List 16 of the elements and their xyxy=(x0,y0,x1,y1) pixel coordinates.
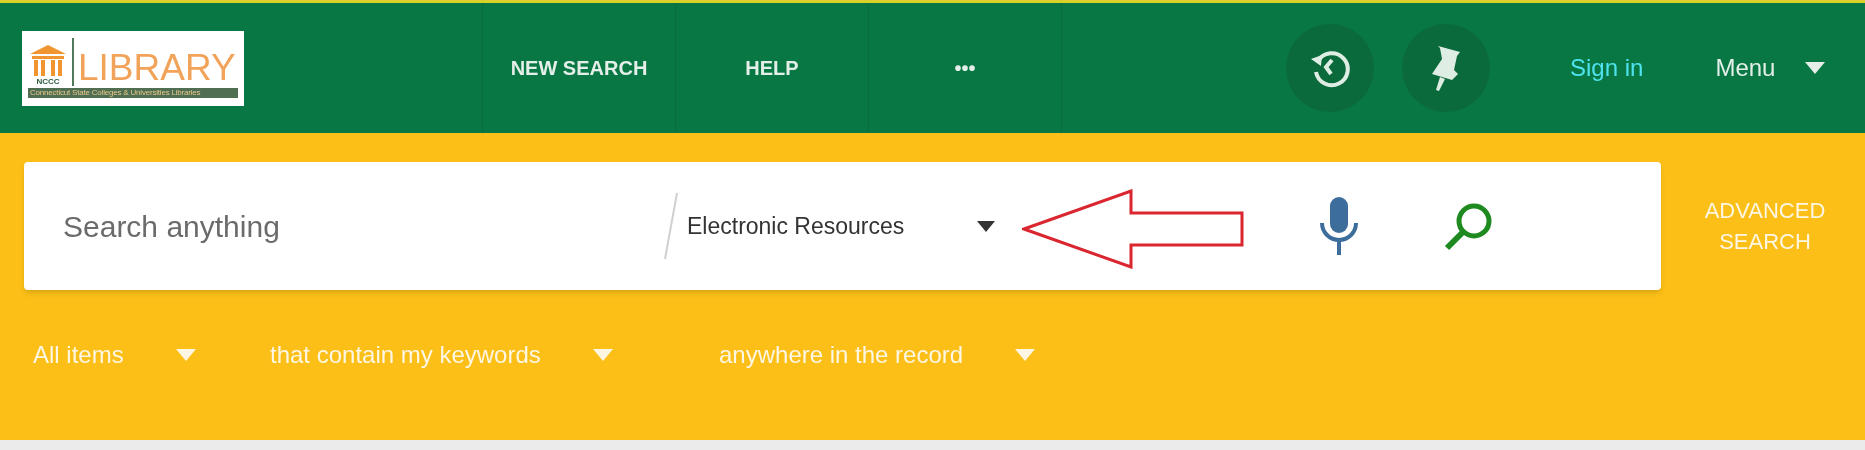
sign-in-link[interactable]: Sign in xyxy=(1570,50,1644,86)
logo-subtitle: Connecticut State Colleges & Universities Libraries xyxy=(28,88,238,98)
divider-slash xyxy=(663,193,679,259)
caret-icon xyxy=(1805,62,1826,74)
building-icon xyxy=(28,44,68,78)
caret-icon xyxy=(175,349,196,361)
logo-initials: NCCC xyxy=(36,78,60,86)
search-field[interactable]: Search anything xyxy=(63,203,663,249)
scope-dropdown[interactable]: Electronic Resources xyxy=(687,196,995,256)
caret-icon xyxy=(1015,349,1036,361)
microphone-icon xyxy=(1319,195,1359,257)
menu-button[interactable]: Menu xyxy=(1715,50,1826,86)
caret-icon xyxy=(592,349,613,361)
logo[interactable]: NCCC LIBRARY Connecticut State Colleges & Universities Libraries xyxy=(22,30,244,106)
caret-icon xyxy=(977,220,995,232)
logo-title: LIBRARY xyxy=(78,49,236,86)
